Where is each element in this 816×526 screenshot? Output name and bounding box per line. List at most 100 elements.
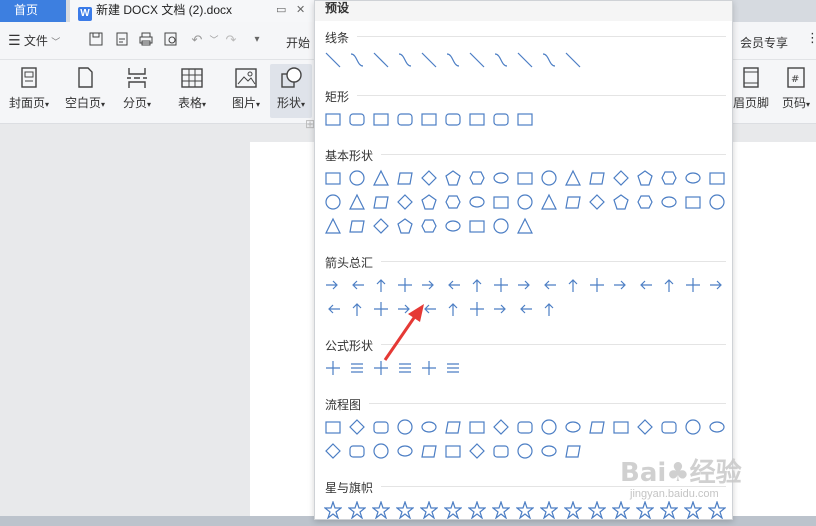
shape-option[interactable] [633, 167, 657, 189]
shape-option[interactable] [345, 298, 369, 320]
tab-vip[interactable]: 会员专享 [740, 34, 788, 51]
shape-option[interactable] [393, 191, 417, 213]
shape-option[interactable] [441, 49, 465, 71]
shape-option[interactable] [417, 499, 441, 519]
shape-option[interactable] [369, 167, 393, 189]
shape-option[interactable] [657, 274, 681, 296]
shape-option[interactable] [465, 298, 489, 320]
shape-option[interactable] [489, 215, 513, 237]
shape-option[interactable] [561, 440, 585, 462]
shape-option[interactable] [441, 357, 465, 379]
shape-option[interactable] [441, 108, 465, 130]
undo-dropdown-icon[interactable]: ﹀ [205, 31, 223, 49]
shape-option[interactable] [393, 416, 417, 438]
shape-option[interactable] [345, 215, 369, 237]
shape-option[interactable] [393, 274, 417, 296]
header-footer-button[interactable]: 眉页脚 [730, 64, 772, 118]
redo-icon[interactable]: ↷ [222, 31, 240, 49]
more-icon[interactable]: ⋮ [806, 30, 816, 46]
shape-option[interactable] [393, 215, 417, 237]
file-menu[interactable]: ☰ 文件 ﹀ [8, 32, 60, 49]
shape-option[interactable] [441, 440, 465, 462]
shape-option[interactable] [489, 191, 513, 213]
shape-option[interactable] [441, 298, 465, 320]
shape-option[interactable] [321, 298, 345, 320]
shape-option[interactable] [465, 499, 489, 519]
shape-option[interactable] [537, 298, 561, 320]
shape-option[interactable] [393, 49, 417, 71]
shape-option[interactable] [657, 416, 681, 438]
shape-option[interactable] [321, 215, 345, 237]
shape-option[interactable] [369, 440, 393, 462]
shape-option[interactable] [345, 274, 369, 296]
tab-document[interactable]: W 新建 DOCX 文档 (2).docx ▭ ✕ [70, 0, 318, 22]
shape-option[interactable] [441, 215, 465, 237]
shape-option[interactable] [369, 274, 393, 296]
shape-option[interactable] [513, 191, 537, 213]
shape-option[interactable] [633, 191, 657, 213]
export-pdf-icon[interactable] [113, 31, 131, 49]
shape-option[interactable] [321, 49, 345, 71]
shape-option[interactable] [321, 440, 345, 462]
shape-option[interactable] [633, 416, 657, 438]
shape-option[interactable] [561, 499, 585, 519]
shape-option[interactable] [537, 49, 561, 71]
shape-option[interactable] [393, 167, 417, 189]
shape-option[interactable] [345, 440, 369, 462]
shape-option[interactable] [657, 167, 681, 189]
shape-option[interactable] [441, 416, 465, 438]
picture-button[interactable]: 图片▾ [226, 64, 266, 118]
shape-option[interactable] [585, 167, 609, 189]
shape-option[interactable] [609, 416, 633, 438]
close-icon[interactable]: ✕ [296, 0, 305, 20]
shape-option[interactable] [369, 191, 393, 213]
shape-option[interactable] [393, 499, 417, 519]
shape-option[interactable] [321, 416, 345, 438]
shape-option[interactable] [537, 167, 561, 189]
tab-home[interactable]: 首页 [0, 0, 66, 22]
shape-option[interactable] [489, 108, 513, 130]
shape-option[interactable] [537, 416, 561, 438]
shape-option[interactable] [321, 108, 345, 130]
shape-option[interactable] [513, 108, 537, 130]
shape-option[interactable] [561, 49, 585, 71]
shape-option[interactable] [369, 416, 393, 438]
shape-option[interactable] [417, 416, 441, 438]
shape-option[interactable] [561, 167, 585, 189]
shape-option[interactable] [417, 440, 441, 462]
shape-option[interactable] [681, 167, 705, 189]
shape-option[interactable] [561, 191, 585, 213]
shape-option[interactable] [489, 274, 513, 296]
shape-option[interactable] [417, 167, 441, 189]
shape-option[interactable] [585, 416, 609, 438]
shape-option[interactable] [441, 191, 465, 213]
shape-option[interactable] [345, 191, 369, 213]
shape-option[interactable] [561, 416, 585, 438]
shape-option[interactable] [369, 108, 393, 130]
undo-icon[interactable]: ↶ [188, 31, 206, 49]
shape-option[interactable] [369, 49, 393, 71]
shape-option[interactable] [417, 191, 441, 213]
shape-option[interactable] [369, 499, 393, 519]
shape-option[interactable] [561, 274, 585, 296]
shape-option[interactable] [441, 274, 465, 296]
save-icon[interactable] [87, 31, 105, 49]
page-number-button[interactable]: # 页码▾ [778, 64, 814, 118]
shape-option[interactable] [537, 191, 561, 213]
shape-option[interactable] [513, 167, 537, 189]
shape-option[interactable] [537, 499, 561, 519]
cover-page-button[interactable]: 封面页▾ [4, 64, 54, 118]
shape-option[interactable] [585, 274, 609, 296]
shape-option[interactable] [489, 440, 513, 462]
page-break-button[interactable]: 分页▾ [117, 64, 157, 118]
shape-option[interactable] [513, 298, 537, 320]
table-button[interactable]: 表格▾ [172, 64, 212, 118]
shape-option[interactable] [393, 108, 417, 130]
customize-toolbar-icon[interactable]: ▾ [248, 31, 266, 49]
shape-option[interactable] [465, 108, 489, 130]
shape-option[interactable] [513, 274, 537, 296]
shape-option[interactable] [345, 49, 369, 71]
shape-option[interactable] [489, 167, 513, 189]
shape-option[interactable] [489, 298, 513, 320]
shape-option[interactable] [369, 215, 393, 237]
